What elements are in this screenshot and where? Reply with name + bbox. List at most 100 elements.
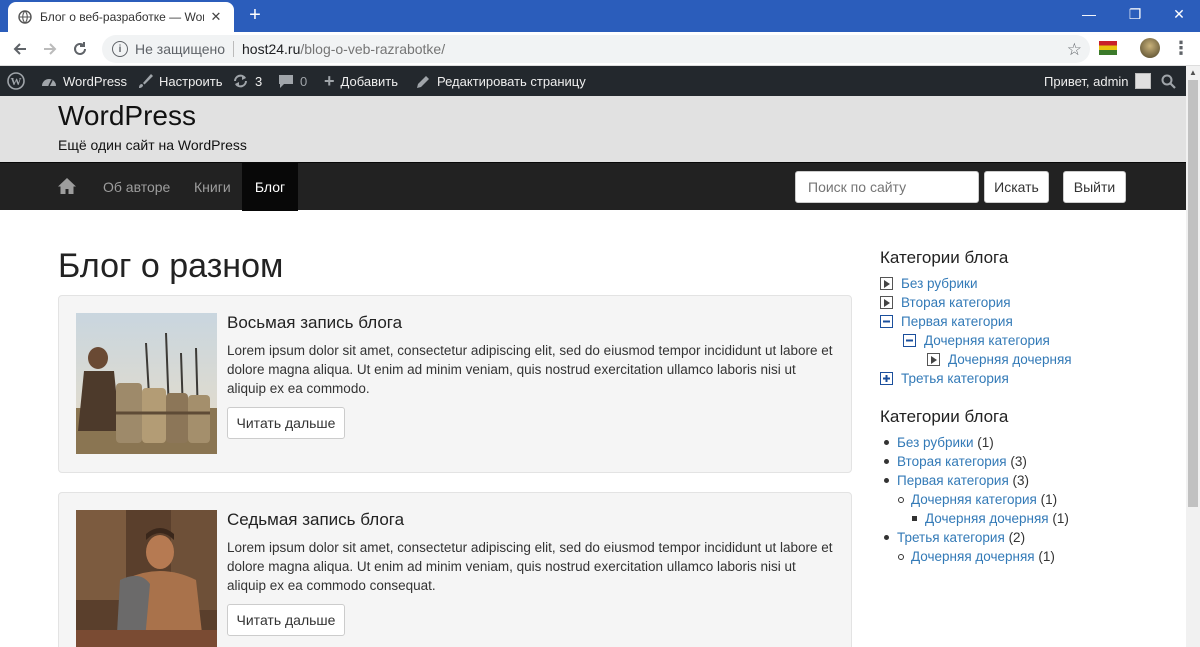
bullet (884, 459, 889, 464)
dashboard-icon (41, 74, 57, 88)
bullet (884, 535, 889, 540)
search-icon[interactable] (1161, 66, 1176, 96)
category-link[interactable]: Первая категория (897, 473, 1009, 488)
expand-arrow-icon[interactable] (880, 277, 893, 290)
read-more-button[interactable]: Читать дальше (227, 604, 345, 636)
category-link[interactable]: Дочерняя категория (911, 492, 1037, 507)
wp-admin-bar: W WordPress Настроить 3 0 + Добавить Ред… (0, 66, 1200, 96)
category-link[interactable]: Без рубрики (897, 435, 974, 450)
browser-tab-strip: Блог о веб-разработке — WordPress ✕ + — … (0, 0, 1200, 32)
expand-arrow-icon[interactable] (927, 353, 940, 366)
browser-toolbar: i Не защищено host24.ru/blog-o-veb-razra… (0, 32, 1200, 66)
tree-item-child-category[interactable]: Дочерняя категория (903, 333, 1050, 348)
tree-item-label: Третья категория (901, 371, 1009, 386)
comments-link[interactable]: 0 (278, 66, 307, 96)
bullet (884, 440, 889, 445)
customize-label: Настроить (159, 73, 223, 89)
category-list-item: Вторая категория (3) (884, 454, 1027, 469)
read-more-button[interactable]: Читать дальше (227, 407, 345, 439)
tree-item-uncategorized[interactable]: Без рубрики (880, 276, 978, 291)
post-card: Восьмая запись блога Lorem ipsum dolor s… (58, 295, 852, 473)
category-link[interactable]: Дочерняя дочерняя (925, 511, 1049, 526)
close-window-button[interactable]: ✕ (1156, 0, 1200, 28)
bullet (912, 516, 917, 521)
back-arrow-icon[interactable] (8, 37, 32, 61)
post-thumbnail-image[interactable] (76, 510, 217, 647)
category-link[interactable]: Дочерняя дочерняя (911, 549, 1035, 564)
page-scrollbar[interactable]: ▲ (1186, 66, 1200, 647)
nav-item-blog[interactable]: Блог (242, 163, 298, 211)
profile-avatar[interactable] (1140, 38, 1160, 58)
category-count: (1) (977, 435, 994, 450)
search-button[interactable]: Искать (984, 171, 1049, 203)
brush-icon (137, 73, 153, 89)
bookmark-star-icon[interactable]: ☆ (1067, 40, 1082, 60)
sidebar-widget-title: Категории блога (880, 248, 1009, 267)
add-new-link[interactable]: + Добавить (324, 66, 398, 96)
admin-bar-site-name[interactable]: WordPress (41, 66, 127, 96)
browser-tab[interactable]: Блог о веб-разработке — WordPress ✕ (8, 2, 234, 32)
wp-logo-icon[interactable]: W (7, 66, 25, 96)
comments-count: 0 (300, 73, 308, 89)
bullet (884, 478, 889, 483)
info-icon[interactable]: i (112, 41, 128, 57)
nav-item-about[interactable]: Об авторе (89, 163, 184, 211)
post-excerpt: Lorem ipsum dolor sit amet, consectetur … (227, 343, 833, 396)
forward-arrow-icon[interactable] (38, 37, 62, 61)
category-link[interactable]: Третья категория (897, 530, 1005, 545)
customize-link[interactable]: Настроить (137, 66, 223, 96)
reload-icon[interactable] (68, 37, 92, 61)
post-thumbnail-image[interactable] (76, 313, 217, 454)
main-navbar: Об авторе Книги Блог Искать Выйти (0, 162, 1186, 211)
plus-icon: + (324, 70, 335, 91)
logout-button[interactable]: Выйти (1063, 171, 1126, 203)
admin-bar-site-label: WordPress (63, 73, 128, 89)
home-icon[interactable] (58, 177, 76, 195)
pencil-icon (416, 74, 431, 89)
post-title[interactable]: Седьмая запись блога (227, 510, 404, 530)
category-link[interactable]: Вторая категория (897, 454, 1007, 469)
site-title[interactable]: WordPress (58, 100, 196, 132)
scrollbar-thumb[interactable] (1188, 80, 1198, 507)
category-count: (3) (1010, 454, 1027, 469)
minimize-button[interactable]: — (1066, 0, 1112, 28)
bullet (898, 553, 904, 560)
divider (233, 41, 234, 57)
category-list-item: Первая категория (3) (884, 473, 1029, 488)
edit-page-link[interactable]: Редактировать страницу (416, 66, 586, 96)
expand-arrow-icon[interactable] (880, 296, 893, 309)
tree-item-label: Вторая категория (901, 295, 1011, 310)
new-tab-button[interactable]: + (244, 4, 266, 26)
tree-item-first-category[interactable]: Первая категория (880, 314, 1013, 329)
updates-count: 3 (255, 73, 263, 89)
category-list-item: Дочерняя дочерняя (1) (898, 549, 1055, 564)
tree-item-third-category[interactable]: Третья категория (880, 371, 1009, 386)
collapse-minus-icon[interactable] (880, 315, 893, 328)
globe-icon (18, 10, 32, 24)
comment-bubble-icon (278, 74, 294, 89)
bullet (898, 496, 904, 503)
tree-item-second-category[interactable]: Вторая категория (880, 295, 1011, 310)
address-bar[interactable]: i Не защищено host24.ru/blog-o-veb-razra… (102, 35, 1090, 63)
category-list-item: Дочерняя категория (1) (898, 492, 1057, 507)
collapse-minus-icon[interactable] (903, 334, 916, 347)
updates-link[interactable]: 3 (232, 66, 262, 96)
maximize-button[interactable]: ❐ (1112, 0, 1158, 28)
scroll-up-arrow-icon[interactable]: ▲ (1186, 66, 1200, 80)
extension-flag-icon[interactable] (1099, 41, 1117, 55)
site-search-input[interactable] (795, 171, 979, 203)
category-list-item: Дочерняя дочерняя (1) (912, 511, 1069, 526)
user-avatar (1134, 73, 1151, 89)
account-menu[interactable]: Привет, admin (1044, 66, 1151, 96)
nav-item-books[interactable]: Книги (180, 163, 245, 211)
close-tab-icon[interactable]: ✕ (208, 9, 224, 25)
updates-icon (232, 73, 249, 89)
browser-menu-icon[interactable]: ⋮ (1172, 36, 1190, 60)
svg-text:W: W (11, 76, 22, 88)
tree-item-grandchild-category[interactable]: Дочерняя дочерняя (927, 352, 1072, 367)
post-title[interactable]: Восьмая запись блога (227, 313, 402, 333)
expand-plus-icon[interactable] (880, 372, 893, 385)
tree-item-label: Дочерняя дочерняя (948, 352, 1072, 367)
category-count: (1) (1038, 549, 1055, 564)
category-count: (3) (1012, 473, 1030, 488)
